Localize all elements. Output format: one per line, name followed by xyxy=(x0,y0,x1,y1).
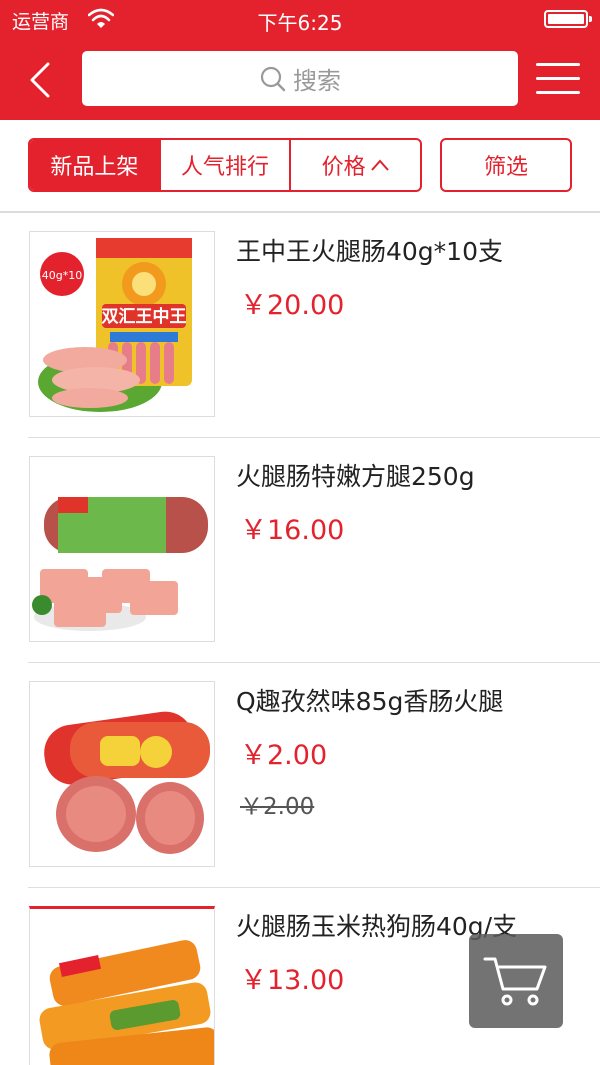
tab-price[interactable]: 价格 xyxy=(291,140,420,190)
menu-line xyxy=(536,91,580,94)
search-input[interactable]: 搜索 xyxy=(82,51,518,106)
cart-button[interactable] xyxy=(469,934,563,1028)
product-price: ￥20.00 xyxy=(240,290,345,321)
sort-tabs: 新品上架 人气排行 价格 xyxy=(28,138,422,192)
product-image xyxy=(29,456,215,642)
product-price: ￥2.00 xyxy=(240,740,328,771)
status-bar: 运营商 下午6:25 xyxy=(0,0,600,40)
product-old-price: ￥2.00 xyxy=(240,794,315,820)
product-price: ￥16.00 xyxy=(240,515,345,546)
product-item[interactable]: 双汇王中王 40g*10 王中王火腿肠40g*10支 ￥20.00 xyxy=(0,213,600,438)
shopping-cart-icon xyxy=(483,957,547,1006)
battery-icon xyxy=(544,10,592,28)
product-title: Q趣孜然味85g香肠火腿 xyxy=(236,687,504,716)
svg-text:双汇王中王: 双汇王中王 xyxy=(102,306,187,327)
product-image: 双汇王中王 40g*10 xyxy=(29,231,215,417)
status-time: 下午6:25 xyxy=(257,11,343,35)
product-title: 王中王火腿肠40g*10支 xyxy=(236,237,503,266)
search-placeholder: 搜索 xyxy=(293,67,341,95)
tab-new-arrivals[interactable]: 新品上架 xyxy=(30,140,161,190)
product-image xyxy=(29,681,215,867)
menu-line xyxy=(536,63,580,66)
menu-line xyxy=(536,77,580,80)
filter-button[interactable]: 筛选 xyxy=(440,138,572,192)
product-price: ￥13.00 xyxy=(240,965,345,996)
product-title: 火腿肠特嫩方腿250g xyxy=(236,462,475,491)
product-image xyxy=(29,906,215,1065)
product-item[interactable]: Q趣孜然味85g香肠火腿 ￥2.00 ￥2.00 xyxy=(0,663,600,888)
back-button[interactable] xyxy=(18,56,62,104)
tab-popularity[interactable]: 人气排行 xyxy=(161,140,292,190)
caret-up-icon xyxy=(370,159,389,171)
menu-button[interactable] xyxy=(536,60,582,98)
search-icon xyxy=(260,66,286,91)
top-bar: 运营商 下午6:25 搜索 xyxy=(0,0,600,120)
product-item[interactable]: 火腿肠特嫩方腿250g ￥16.00 xyxy=(0,438,600,663)
product-badge: 40g*10 xyxy=(42,269,82,282)
